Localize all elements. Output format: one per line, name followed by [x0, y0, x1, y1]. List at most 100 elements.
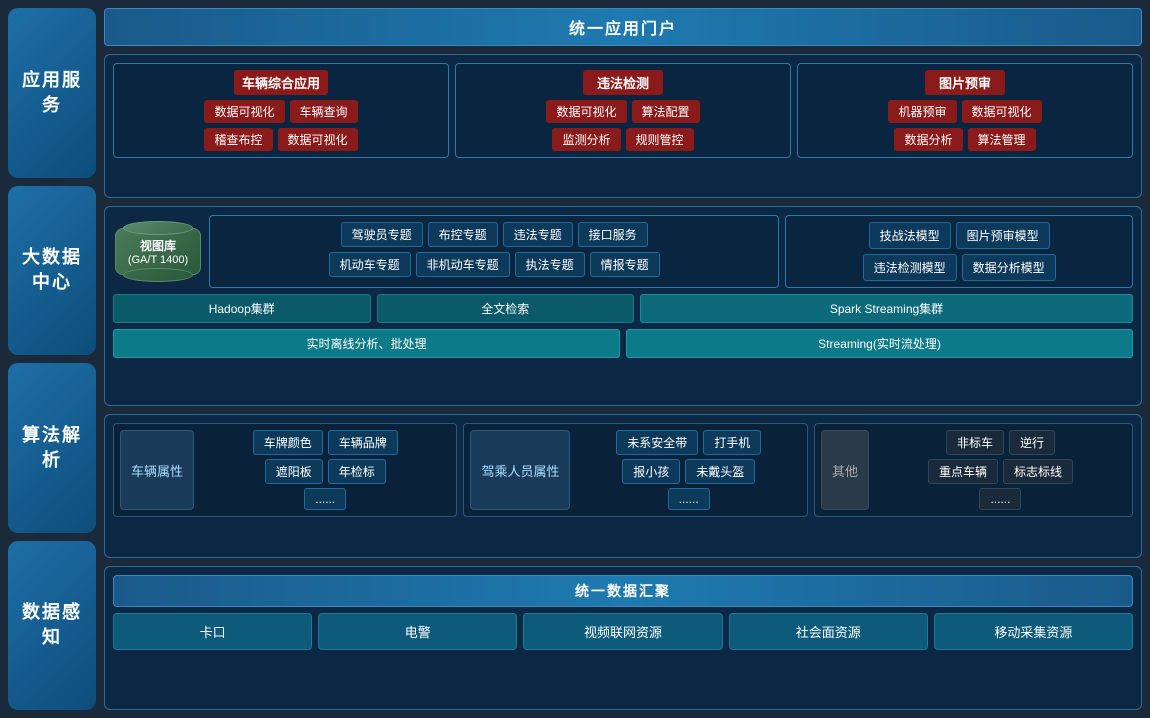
fulltext-bar: 全文检索: [377, 294, 635, 323]
tag-vehicle-brand: 车辆品牌: [328, 430, 398, 455]
vehicle-app-row2: 稽查布控 数据可视化: [120, 128, 442, 151]
topics-row2: 机动车专题 非机动车专题 执法专题 情报专题: [216, 252, 772, 277]
tag-monitor-analysis: 监测分析: [552, 128, 620, 151]
tag-other-more: ......: [979, 488, 1021, 510]
vehicle-app-title: 车辆综合应用: [234, 70, 328, 95]
vehicle-app-group: 车辆综合应用 数据可视化 车辆查询 稽查布控 数据可视化: [113, 63, 449, 158]
image-row2: 数据分析 算法管理: [804, 128, 1126, 151]
driver-attr-tags: 未系安全带 打手机 报小孩 未戴头盔 ......: [576, 430, 800, 510]
other-tag-row1: 非标车 逆行: [875, 430, 1126, 455]
driver-tag-row3: ......: [576, 488, 800, 510]
models-row2: 违法检测模型 数据分析模型: [792, 254, 1126, 281]
db-sub: (GA/T 1400): [128, 254, 188, 266]
sidebar-item-datasense: 数据感知: [8, 541, 96, 711]
unified-portal-banner: 统一应用门户: [104, 8, 1142, 46]
topic-driver: 驾驶员专题: [341, 222, 423, 247]
tag-data-viz-3: 数据可视化: [546, 100, 626, 123]
vehicle-tag-row2: 遮阳板 年检标: [200, 459, 450, 484]
bigdata-panel: 视图库 (GA/T 1400) 驾驶员专题 布控专题 违法专题 接口服务 机动车…: [104, 206, 1142, 406]
spark-bar: Spark Streaming集群: [640, 294, 1133, 323]
topic-law: 执法专题: [515, 252, 585, 277]
other-group: 其他 非标车 逆行 重点车辆 标志标线: [814, 423, 1133, 517]
datasense-card-checkpoint: 卡口: [113, 613, 312, 650]
tag-child: 报小孩: [622, 459, 680, 484]
violation-row1: 数据可视化 算法配置: [462, 100, 784, 123]
sidebar: 应用服务 大数据中心 算法解析 数据感知: [8, 8, 96, 710]
datasense-card-electric: 电警: [318, 613, 517, 650]
driver-attr-label: 驾乘人员属性: [470, 430, 570, 510]
tag-sign-line: 标志标线: [1003, 459, 1073, 484]
datasense-card-video: 视频联网资源: [523, 613, 722, 650]
tag-phone: 打手机: [703, 430, 761, 455]
topic-violation: 违法专题: [503, 222, 573, 247]
driver-tag-row2: 报小孩 未戴头盔: [576, 459, 800, 484]
sidebar-item-bigdata: 大数据中心: [8, 186, 96, 356]
tag-vehicle-more: ......: [304, 488, 346, 510]
image-review-group: 图片预审 机器预审 数据可视化 数据分析 算法管理: [797, 63, 1133, 158]
vehicle-tag-row3: ......: [200, 488, 450, 510]
tag-algo-manage: 算法管理: [968, 128, 1036, 151]
topic-control: 布控专题: [428, 222, 498, 247]
tag-seatbelt: 未系安全带: [616, 430, 698, 455]
model-preview: 图片预审模型: [956, 222, 1050, 249]
hadoop-bar: Hadoop集群: [113, 294, 371, 323]
infra-row1: Hadoop集群 全文检索 Spark Streaming集群: [113, 294, 1133, 323]
other-label: 其他: [821, 430, 869, 510]
model-analysis: 数据分析模型: [962, 254, 1056, 281]
vehicle-app-row1: 数据可视化 车辆查询: [120, 100, 442, 123]
tag-nonstandard: 非标车: [946, 430, 1004, 455]
vehicle-attr-label: 车辆属性: [120, 430, 194, 510]
tag-sunshade: 遮阳板: [265, 459, 323, 484]
model-violation: 违法检测模型: [863, 254, 957, 281]
streaming-bar: Streaming(实时流处理): [626, 329, 1133, 358]
models-row1: 技战法模型 图片预审模型: [792, 222, 1126, 249]
other-tag-row2: 重点车辆 标志标线: [875, 459, 1126, 484]
violation-detect-group: 违法检测 数据可视化 算法配置 监测分析 规则管控: [455, 63, 791, 158]
tag-data-viz-2: 数据可视化: [278, 128, 358, 151]
tag-rule-control: 规则管控: [626, 128, 694, 151]
unified-collect-banner: 统一数据汇聚: [113, 575, 1133, 607]
other-tag-row3: ......: [875, 488, 1126, 510]
db-label: 视图库: [128, 237, 188, 254]
cylinder-bottom: [123, 268, 193, 282]
driver-attr-group: 驾乘人员属性 未系安全带 打手机 报小孩 未戴头盔: [463, 423, 807, 517]
cylinder-top: [123, 221, 193, 235]
tag-algo-config: 算法配置: [632, 100, 700, 123]
tag-data-viz-1: 数据可视化: [204, 100, 284, 123]
algo-panel: 车辆属性 车牌颜色 车辆品牌 遮阳板 年检标: [104, 414, 1142, 558]
driver-attr-inner: 驾乘人员属性 未系安全带 打手机 报小孩 未戴头盔: [470, 430, 800, 510]
tag-machine-review: 机器预审: [888, 100, 956, 123]
datasense-panel: 统一数据汇聚 卡口 电警 视频联网资源 社会面资源 移动采集资源: [104, 566, 1142, 710]
app-service-groups: 车辆综合应用 数据可视化 车辆查询 稽查布控 数据可视化 违法检测 数据可视化: [113, 63, 1133, 158]
topic-motor: 机动车专题: [329, 252, 411, 277]
realtime-batch-bar: 实时离线分析、批处理: [113, 329, 620, 358]
tag-annual-check: 年检标: [328, 459, 386, 484]
image-row1: 机器预审 数据可视化: [804, 100, 1126, 123]
other-inner: 其他 非标车 逆行 重点车辆 标志标线: [821, 430, 1126, 510]
topic-nonmotor: 非机动车专题: [416, 252, 510, 277]
tag-key-vehicle: 重点车辆: [928, 459, 998, 484]
algo-groups: 车辆属性 车牌颜色 车辆品牌 遮阳板 年检标: [113, 423, 1133, 517]
datasense-card-mobile: 移动采集资源: [934, 613, 1133, 650]
topic-interface: 接口服务: [578, 222, 648, 247]
models-panel: 技战法模型 图片预审模型 违法检测模型 数据分析模型: [785, 215, 1133, 288]
content-area: 统一应用门户 车辆综合应用 数据可视化 车辆查询 稽查布控 数据可视化: [104, 8, 1142, 710]
topics-row1: 驾驶员专题 布控专题 违法专题 接口服务: [216, 222, 772, 247]
tag-helmet: 未戴头盔: [685, 459, 755, 484]
sidebar-item-app-service: 应用服务: [8, 8, 96, 178]
vehicle-attr-group: 车辆属性 车牌颜色 车辆品牌 遮阳板 年检标: [113, 423, 457, 517]
vehicle-tag-row1: 车牌颜色 车辆品牌: [200, 430, 450, 455]
tag-inspection: 稽查布控: [204, 128, 272, 151]
db-cylinder: 视图库 (GA/T 1400): [113, 215, 203, 288]
tag-data-viz-4: 数据可视化: [962, 100, 1042, 123]
topics-panel: 驾驶员专题 布控专题 违法专题 接口服务 机动车专题 非机动车专题 执法专题 情…: [209, 215, 779, 288]
datasense-items: 卡口 电警 视频联网资源 社会面资源 移动采集资源: [113, 613, 1133, 650]
model-tactic: 技战法模型: [869, 222, 951, 249]
tag-plate-color: 车牌颜色: [253, 430, 323, 455]
other-tags: 非标车 逆行 重点车辆 标志标线 ......: [875, 430, 1126, 510]
datasense-card-social: 社会面资源: [729, 613, 928, 650]
app-service-panel: 车辆综合应用 数据可视化 车辆查询 稽查布控 数据可视化 违法检测 数据可视化: [104, 54, 1142, 198]
tag-driver-more: ......: [668, 488, 710, 510]
main-container: 应用服务 大数据中心 算法解析 数据感知 统一应用门户 车辆综合应用 数据可视化: [0, 0, 1150, 718]
infra-row2: 实时离线分析、批处理 Streaming(实时流处理): [113, 329, 1133, 358]
